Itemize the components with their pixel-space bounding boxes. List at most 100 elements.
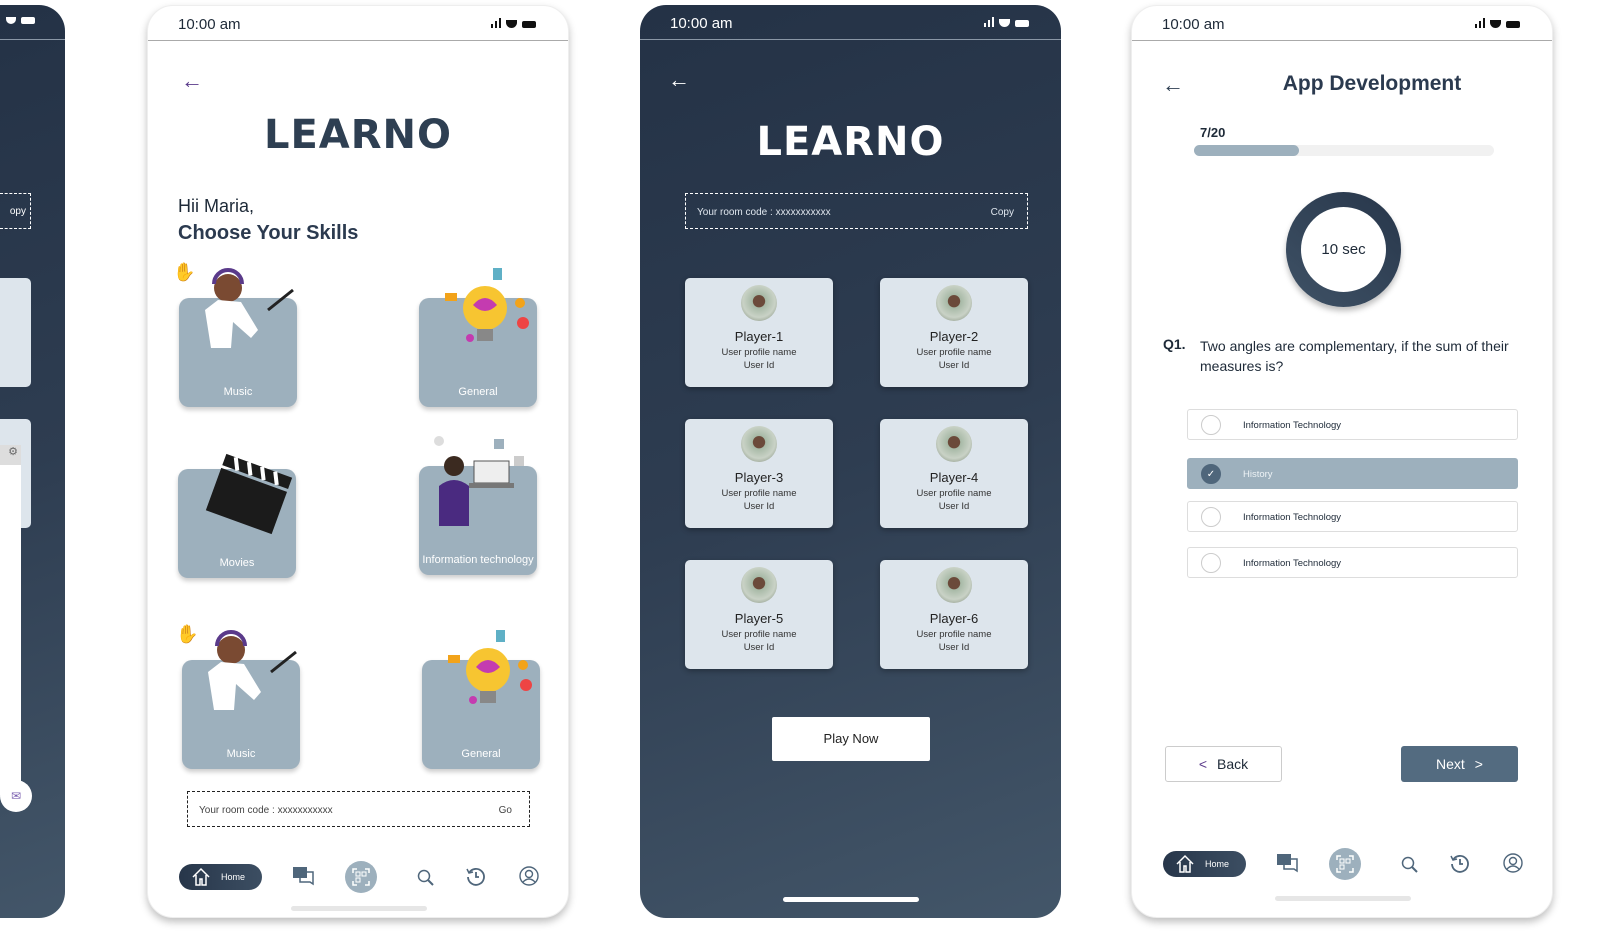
category-card[interactable]: ✋ Music bbox=[173, 261, 297, 407]
qr-scan-icon bbox=[1336, 855, 1354, 873]
chevron-left-icon: < bbox=[1198, 756, 1208, 772]
answer-option[interactable]: Information Technology bbox=[1187, 547, 1518, 578]
radio-icon[interactable] bbox=[1201, 553, 1221, 573]
category-card[interactable]: Information technology bbox=[419, 436, 537, 575]
chat-icon[interactable] bbox=[292, 866, 314, 886]
copy-label: opy bbox=[9, 206, 26, 217]
profile-icon[interactable] bbox=[1503, 853, 1523, 873]
progress-bar bbox=[1194, 145, 1494, 156]
nav-home[interactable]: Home bbox=[1163, 851, 1246, 877]
player-card[interactable]: Player-4 User profile name User Id bbox=[880, 419, 1028, 528]
wifi-icon bbox=[999, 19, 1010, 27]
battery-icon bbox=[522, 21, 536, 28]
signal-icon bbox=[491, 18, 501, 28]
woman-with-laptop-illustration bbox=[424, 431, 534, 556]
nav-home[interactable]: Home bbox=[179, 864, 262, 890]
category-label: General bbox=[461, 748, 501, 760]
user-id: User Id bbox=[743, 360, 775, 371]
status-bar: 10:00 am bbox=[1132, 6, 1552, 41]
room-code-field[interactable]: Your room code : xxxxxxxxxxx Copy bbox=[685, 193, 1028, 229]
category-card[interactable]: Movies bbox=[178, 453, 296, 578]
profile-name: User profile name bbox=[721, 488, 797, 499]
answer-option[interactable]: ✓ History bbox=[1187, 458, 1518, 489]
app-logo: LEARNO bbox=[756, 119, 945, 165]
profile-name: User profile name bbox=[916, 629, 992, 640]
back-arrow-icon[interactable]: ← bbox=[668, 67, 690, 93]
signal-icon bbox=[1475, 18, 1485, 28]
user-id: User Id bbox=[938, 501, 970, 512]
answer-option[interactable]: Information Technology bbox=[1187, 501, 1518, 532]
history-icon[interactable] bbox=[466, 866, 486, 886]
player-name: Player-6 bbox=[929, 611, 979, 626]
player-card[interactable]: Player-6 User profile name User Id bbox=[880, 560, 1028, 669]
home-indicator bbox=[1275, 896, 1411, 901]
app-logo: LEARNO bbox=[263, 112, 453, 158]
question-number: Q1. bbox=[1163, 336, 1186, 352]
panel: ⚙ bbox=[0, 445, 21, 795]
status-bar: 10:00 am bbox=[640, 5, 1061, 40]
room-code-field[interactable]: Your room code : xxxxxxxxxxx Go bbox=[187, 791, 530, 827]
chevron-right-icon: > bbox=[1474, 756, 1483, 772]
bottom-nav: Home bbox=[179, 861, 549, 894]
category-card[interactable]: General bbox=[419, 268, 537, 407]
lightbulb-brain-illustration bbox=[428, 625, 538, 740]
wifi-icon bbox=[1490, 20, 1501, 28]
timer-ring: 10 sec bbox=[1286, 192, 1401, 307]
profile-name: User profile name bbox=[721, 629, 797, 640]
profile-icon[interactable] bbox=[519, 866, 539, 886]
back-arrow-icon[interactable]: ← bbox=[1162, 72, 1184, 98]
profile-name: User profile name bbox=[916, 347, 992, 358]
category-label: Music bbox=[226, 748, 256, 760]
player-name: Player-2 bbox=[929, 329, 979, 344]
gear-icon: ⚙ bbox=[0, 445, 21, 465]
page-title: App Development bbox=[1282, 72, 1462, 95]
player-card[interactable]: Player-3 User profile name User Id bbox=[685, 419, 833, 528]
qr-scan-icon bbox=[352, 868, 370, 886]
room-code-text: Your room code : xxxxxxxxxxx bbox=[697, 207, 831, 218]
player-card[interactable]: Player-1 User profile name User Id bbox=[685, 278, 833, 387]
avatar bbox=[936, 285, 972, 321]
category-card[interactable]: ✋ Music bbox=[176, 623, 300, 769]
user-id: User Id bbox=[743, 642, 775, 653]
category-card[interactable]: General bbox=[422, 630, 540, 769]
girl-with-headphones-illustration: ✋ bbox=[173, 260, 303, 375]
qr-scan-button[interactable] bbox=[1329, 848, 1361, 880]
radio-checked-icon[interactable]: ✓ bbox=[1201, 464, 1221, 484]
battery-icon bbox=[1015, 20, 1029, 27]
greeting: Hii Maria, bbox=[178, 196, 255, 216]
category-label: Music bbox=[223, 386, 253, 398]
back-button[interactable]: < Back bbox=[1165, 746, 1282, 782]
status-bar: 10:00 am bbox=[148, 6, 568, 41]
avatar bbox=[741, 285, 777, 321]
player-name: Player-1 bbox=[734, 329, 784, 344]
radio-icon[interactable] bbox=[1201, 507, 1221, 527]
room-code-text: Your room code : xxxxxxxxxxx bbox=[199, 805, 333, 816]
history-icon[interactable] bbox=[1450, 853, 1470, 873]
qr-scan-button[interactable] bbox=[345, 861, 377, 893]
next-label: Next bbox=[1436, 756, 1465, 772]
chat-bubble-button[interactable]: ✉ bbox=[0, 780, 32, 812]
back-arrow-icon[interactable]: ← bbox=[181, 68, 203, 94]
answer-option[interactable]: Information Technology bbox=[1187, 409, 1518, 440]
question-text: Two angles are complementary, if the sum… bbox=[1200, 338, 1509, 374]
status-time: 10:00 am bbox=[1162, 16, 1225, 33]
chat-icon[interactable] bbox=[1276, 853, 1298, 873]
copy-button[interactable]: Copy bbox=[991, 207, 1014, 218]
clapperboard-illustration bbox=[194, 439, 304, 544]
wifi-icon bbox=[506, 20, 517, 28]
play-now-button[interactable]: Play Now bbox=[772, 717, 930, 761]
radio-icon[interactable] bbox=[1201, 415, 1221, 435]
search-icon[interactable] bbox=[417, 869, 434, 886]
avatar bbox=[936, 426, 972, 462]
girl-with-headphones-illustration: ✋ bbox=[176, 622, 306, 737]
next-button[interactable]: Next > bbox=[1401, 746, 1518, 782]
search-icon[interactable] bbox=[1401, 856, 1418, 873]
user-id: User Id bbox=[938, 360, 970, 371]
home-icon bbox=[192, 867, 210, 886]
player-card[interactable]: Player-2 User profile name User Id bbox=[880, 278, 1028, 387]
player-card[interactable]: Player-5 User profile name User Id bbox=[685, 560, 833, 669]
status-bar bbox=[0, 5, 65, 40]
svg-text:✋: ✋ bbox=[176, 623, 198, 644]
go-button[interactable]: Go bbox=[499, 805, 512, 816]
avatar bbox=[936, 567, 972, 603]
